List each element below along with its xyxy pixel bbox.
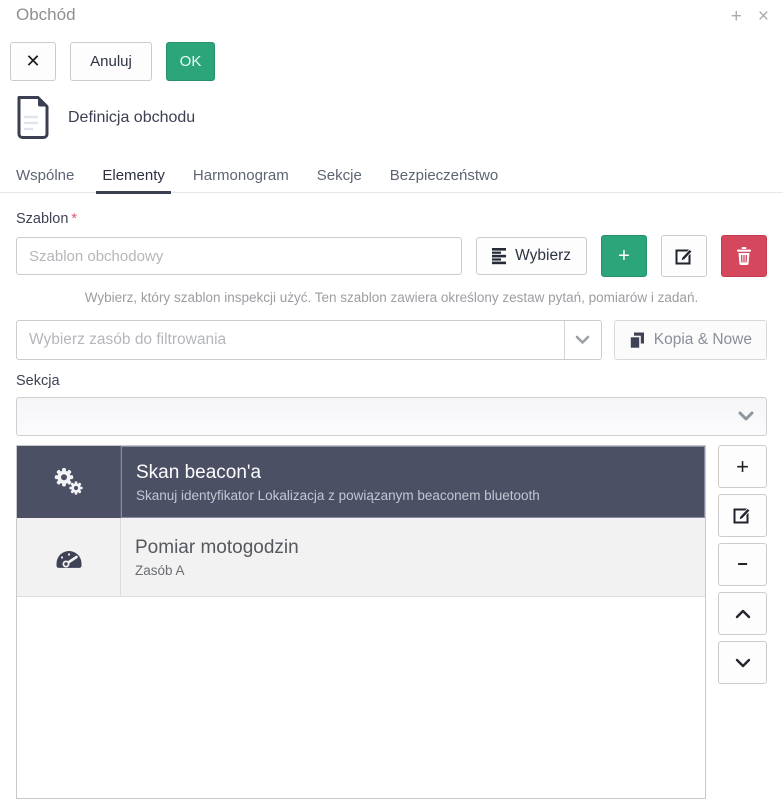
ok-button[interactable]: OK xyxy=(166,42,215,81)
list-actions: + − xyxy=(706,445,767,684)
chevron-down-icon xyxy=(735,658,751,668)
chevron-down-icon[interactable] xyxy=(564,321,601,359)
list-item-subtitle: Zasób A xyxy=(135,563,691,578)
minus-icon: − xyxy=(737,554,748,575)
trash-icon xyxy=(736,247,752,265)
tab-elementy[interactable]: Elementy xyxy=(88,161,179,192)
list-item-text: Pomiar motogodzin Zasób A xyxy=(121,518,705,596)
gauge-icon xyxy=(17,518,121,596)
template-label: Szablon* xyxy=(16,211,767,227)
list-item-title: Skan beacon'a xyxy=(136,462,690,484)
template-row: Wybierz + xyxy=(16,235,767,277)
required-asterisk: * xyxy=(71,211,77,227)
add-template-button[interactable]: + xyxy=(601,235,647,277)
window-close-icon[interactable]: × xyxy=(758,7,769,26)
edit-pencil-icon xyxy=(733,506,752,525)
document-icon xyxy=(14,95,51,140)
template-input[interactable] xyxy=(16,237,462,275)
edit-pencil-icon xyxy=(675,247,694,266)
toolbar: ✕ Anuluj OK xyxy=(0,42,783,81)
list-lines-icon xyxy=(492,248,507,265)
delete-template-button[interactable] xyxy=(721,235,767,277)
resource-filter-row: Wybierz zasób do filtrowania Kopia & Now… xyxy=(16,320,767,360)
section-header: Definicja obchodu xyxy=(14,95,783,140)
list-item-subtitle: Skanuj identyfikator Lokalizacja z powią… xyxy=(136,488,690,503)
move-down-button[interactable] xyxy=(718,641,767,684)
tab-wspolne[interactable]: Wspólne xyxy=(2,161,88,192)
edit-element-button[interactable] xyxy=(718,494,767,537)
page-title: Definicja obchodu xyxy=(68,109,195,127)
plus-icon: + xyxy=(618,245,630,268)
choose-template-button[interactable]: Wybierz xyxy=(476,237,587,275)
elements-list-zone: Skan beacon'a Skanuj identyfikator Lokal… xyxy=(16,445,767,799)
form-area: Szablon* Wybierz + xyxy=(0,193,783,799)
chevron-up-icon xyxy=(735,609,751,619)
resource-filter-select[interactable]: Wybierz zasób do filtrowania xyxy=(16,320,602,360)
gears-icon xyxy=(17,446,121,518)
resource-filter-placeholder: Wybierz zasób do filtrowania xyxy=(17,331,564,349)
tab-harmonogram[interactable]: Harmonogram xyxy=(179,161,303,192)
chevron-down-icon xyxy=(738,411,754,422)
edit-template-button[interactable] xyxy=(661,235,707,277)
move-up-button[interactable] xyxy=(718,592,767,635)
list-item-skan-beacona[interactable]: Skan beacon'a Skanuj identyfikator Lokal… xyxy=(17,446,705,518)
list-item-pomiar-motogodzin[interactable]: Pomiar motogodzin Zasób A xyxy=(17,518,705,597)
section-label: Sekcja xyxy=(16,373,767,389)
window-add-icon[interactable]: + xyxy=(731,7,742,26)
remove-element-button[interactable]: − xyxy=(718,543,767,586)
section-select[interactable] xyxy=(16,397,767,436)
add-element-button[interactable]: + xyxy=(718,445,767,488)
list-item-title: Pomiar motogodzin xyxy=(135,537,691,559)
tab-sekcje[interactable]: Sekcje xyxy=(303,161,376,192)
elements-list: Skan beacon'a Skanuj identyfikator Lokal… xyxy=(16,445,706,799)
window-title: Obchód xyxy=(16,5,76,25)
tab-bezpieczenstwo[interactable]: Bezpieczeństwo xyxy=(376,161,512,192)
copy-new-button[interactable]: Kopia & Nowe xyxy=(614,320,767,360)
list-item-text: Skan beacon'a Skanuj identyfikator Lokal… xyxy=(121,446,705,518)
plus-icon: + xyxy=(736,456,749,478)
tab-bar: Wspólne Elementy Harmonogram Sekcje Bezp… xyxy=(0,161,783,193)
template-help-text: Wybierz, który szablon inspekcji użyć. T… xyxy=(16,290,767,305)
copy-icon xyxy=(629,332,645,349)
close-button[interactable]: ✕ xyxy=(10,42,56,81)
window-header: Obchód + × xyxy=(0,0,783,30)
cancel-button[interactable]: Anuluj xyxy=(70,42,152,81)
